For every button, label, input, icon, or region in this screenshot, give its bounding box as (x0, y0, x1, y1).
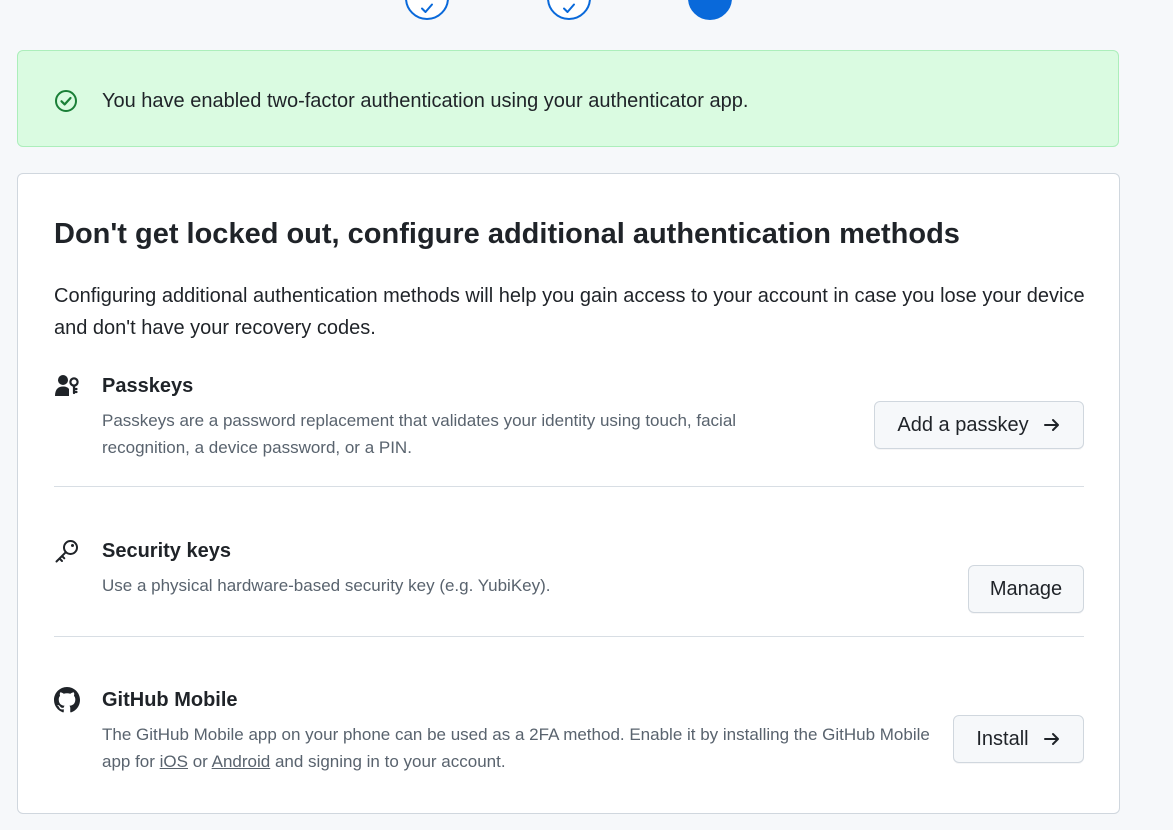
check-icon (563, 3, 575, 13)
step-3-current (688, 0, 732, 20)
additional-methods-card: Don't get locked out, configure addition… (17, 173, 1120, 814)
check-icon (421, 3, 433, 13)
passkey-icon (55, 375, 79, 396)
success-flash: You have enabled two-factor authenticati… (17, 50, 1119, 147)
card-description: Configuring additional authentication me… (54, 285, 1085, 339)
method-github-mobile: GitHub Mobile The GitHub Mobile app on y… (54, 687, 1084, 777)
card-title: Don't get locked out, configure addition… (54, 218, 960, 250)
android-link[interactable]: Android (212, 752, 271, 771)
method-title: Passkeys (102, 375, 194, 397)
method-security-keys: Security keys Use a physical hardware-ba… (54, 538, 1084, 598)
add-passkey-button[interactable]: Add a passkey (874, 401, 1084, 449)
button-label: Install (976, 727, 1029, 750)
check-circle-icon (55, 90, 77, 112)
method-description: The GitHub Mobile app on your phone can … (102, 725, 930, 771)
key-icon (55, 540, 78, 563)
arrow-right-icon (1043, 730, 1061, 748)
method-title: GitHub Mobile (102, 689, 238, 711)
method-description: Passkeys are a password replacement that… (102, 411, 737, 457)
progress-stepper (0, 0, 1173, 30)
flash-message: You have enabled two-factor authenticati… (102, 90, 749, 112)
arrow-right-icon (1043, 416, 1061, 434)
step-1-complete (405, 0, 449, 20)
install-github-mobile-button[interactable]: Install (953, 715, 1084, 763)
button-label: Add a passkey (897, 413, 1029, 436)
method-title: Security keys (102, 540, 231, 562)
divider (54, 636, 1084, 637)
manage-security-keys-button[interactable]: Manage (968, 565, 1084, 613)
github-mark-icon (54, 687, 80, 713)
step-2-complete (547, 0, 591, 20)
button-label: Manage (989, 577, 1063, 600)
method-description: Use a physical hardware-based security k… (102, 576, 551, 595)
ios-link[interactable]: iOS (160, 752, 188, 771)
divider (54, 486, 1084, 487)
